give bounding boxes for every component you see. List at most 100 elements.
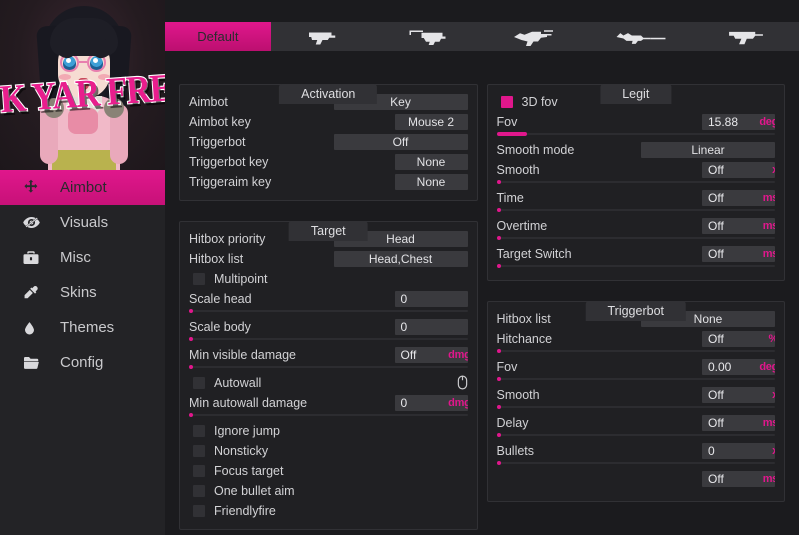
checkbox-row-autowall[interactable]: Autowall <box>189 373 468 392</box>
3d-fov-checkbox[interactable] <box>500 95 513 108</box>
scale-body-track[interactable] <box>189 337 468 341</box>
triggeraim-key-dropdown[interactable]: None <box>394 173 468 190</box>
trigger-fov-track[interactable] <box>496 377 775 381</box>
autowall-checkbox[interactable] <box>193 376 205 389</box>
checkbox-row-focus-target[interactable]: Focus target <box>189 461 468 480</box>
hitchance-track[interactable] <box>496 349 775 353</box>
trigger-smooth-value-box[interactable]: Off x <box>702 386 775 403</box>
tab-pistol[interactable] <box>271 22 377 51</box>
legit-fov-value-box[interactable]: 15.88 deg <box>702 113 775 130</box>
scale-head-value-box[interactable]: 0 <box>394 290 468 307</box>
slider-value: Off <box>708 471 724 486</box>
checkbox-row-one-bullet-aim[interactable]: One bullet aim <box>189 481 468 500</box>
multipoint-checkbox[interactable] <box>193 272 205 285</box>
tab-sniper[interactable] <box>588 22 694 51</box>
briefcase-icon <box>22 248 48 268</box>
delay-value-box[interactable]: Off ms <box>702 414 775 431</box>
checkbox-row-multipoint[interactable]: Multipoint <box>189 269 468 288</box>
legit-smooth-value-box[interactable]: Off x <box>702 161 775 178</box>
legit-fov-track[interactable] <box>496 132 775 136</box>
sidebar-item-config[interactable]: Config <box>0 345 165 380</box>
brand-header: K YAR FREE <box>0 0 165 170</box>
legit-overtime-track[interactable] <box>496 236 775 240</box>
sidebar-item-skins[interactable]: Skins <box>0 275 165 310</box>
slider-legit-overtime: Overtime Off ms <box>496 216 775 240</box>
tab-rifle[interactable] <box>482 22 588 51</box>
group-title: Legit <box>600 84 672 104</box>
scale-body-value-box[interactable]: 0 <box>394 318 468 335</box>
smooth-mode-dropdown[interactable]: Linear <box>641 141 775 158</box>
slider-unit: x <box>772 162 775 178</box>
friendlyfire-checkbox[interactable] <box>193 504 205 517</box>
legit-overtime-value-box[interactable]: Off ms <box>702 217 775 234</box>
checkbox-row-ignore-jump[interactable]: Ignore jump <box>189 421 468 440</box>
sidebar-item-visuals[interactable]: Visuals <box>0 205 165 240</box>
min-visible-damage-value-box[interactable]: Off dmg <box>394 346 468 363</box>
slider-value: 15.88 <box>708 114 739 129</box>
trigger-smooth-track[interactable] <box>496 405 775 409</box>
scale-head-track[interactable] <box>189 309 468 313</box>
slider-legit-time: Time Off ms <box>496 188 775 212</box>
slider-unit: % <box>769 331 775 347</box>
min-visible-damage-track[interactable] <box>189 365 468 369</box>
setting-label: Hitbox list <box>189 251 244 266</box>
cutoff-value-box[interactable]: Off ms <box>702 470 775 487</box>
slider-value: 0.00 <box>708 359 732 374</box>
legit-time-track[interactable] <box>496 208 775 212</box>
sidebar-item-misc[interactable]: Misc <box>0 240 165 275</box>
eyedropper-icon <box>22 283 48 303</box>
delay-track[interactable] <box>496 433 775 437</box>
group-target: Target Hitbox priority Head Hitbox list … <box>179 221 478 530</box>
slider-legit-target-switch: Target Switch Off ms <box>496 244 775 268</box>
legit-time-value-box[interactable]: Off ms <box>702 189 775 206</box>
setting-row-hitbox-list: Hitbox list Head,Chest <box>189 249 468 268</box>
aimbot-key-dropdown[interactable]: Mouse 2 <box>394 113 468 130</box>
sniper-icon <box>615 29 667 45</box>
slider-value: 0 <box>708 443 715 458</box>
slider-value: Off <box>708 218 724 233</box>
slider-value: Off <box>400 347 417 362</box>
setting-row-triggerbot: Triggerbot Off <box>189 132 468 151</box>
legit-smooth-track[interactable] <box>496 180 775 184</box>
tab-shotgun[interactable] <box>693 22 799 51</box>
triggerbot-mode-dropdown[interactable]: Off <box>333 133 468 150</box>
slider-hitchance: Hitchance Off % <box>496 329 775 353</box>
slider-scale-body: Scale body 0 <box>189 317 468 341</box>
min-autowall-damage-track[interactable] <box>189 413 468 417</box>
legit-target-switch-track[interactable] <box>496 264 775 268</box>
checkbox-row-friendlyfire[interactable]: Friendlyfire <box>189 501 468 520</box>
pistol-icon <box>306 29 342 45</box>
slider-value: Off <box>708 415 724 430</box>
focus-target-checkbox[interactable] <box>193 464 205 477</box>
one-bullet-aim-checkbox[interactable] <box>193 484 205 497</box>
sidebar-item-aimbot[interactable]: Aimbot <box>0 170 165 205</box>
setting-label: Aimbot key <box>189 114 251 129</box>
hitchance-value-box[interactable]: Off % <box>702 330 775 347</box>
tab-label: Default <box>197 29 239 44</box>
slider-trigger-smooth: Smooth Off x <box>496 385 775 409</box>
checkbox-row-nonsticky[interactable]: Nonsticky <box>189 441 468 460</box>
setting-label: Triggerbot key <box>189 154 269 169</box>
nonsticky-checkbox[interactable] <box>193 444 205 457</box>
group-activation: Activation Aimbot Key Aimbot key Mouse 2… <box>179 84 478 201</box>
slider-label: Smooth <box>496 162 540 177</box>
triggerbot-key-dropdown[interactable]: None <box>394 153 468 170</box>
slider-label: Smooth <box>496 387 540 402</box>
tab-default[interactable]: Default <box>165 22 271 51</box>
min-autowall-damage-value-box[interactable]: 0 dmg <box>394 394 468 411</box>
sidebar-item-themes[interactable]: Themes <box>0 310 165 345</box>
hitbox-list-dropdown[interactable]: Head,Chest <box>333 250 468 267</box>
bullets-value-box[interactable]: 0 x <box>702 442 775 459</box>
sidebar-item-label: Config <box>60 354 104 371</box>
slider-unit: dmg <box>448 348 468 361</box>
slider-value: 0 <box>400 291 408 306</box>
bullets-track[interactable] <box>496 461 775 465</box>
checkbox-label: One bullet aim <box>214 483 295 498</box>
slider-label: Bullets <box>496 443 535 458</box>
legit-target-switch-value-box[interactable]: Off ms <box>702 245 775 262</box>
settings-columns: Activation Aimbot Key Aimbot key Mouse 2… <box>165 51 799 535</box>
trigger-fov-value-box[interactable]: 0.00 deg <box>702 358 775 375</box>
tab-smg[interactable] <box>376 22 482 51</box>
ignore-jump-checkbox[interactable] <box>193 424 205 437</box>
group-triggerbot: Triggerbot Hitbox list None Hitchance Of… <box>486 301 785 502</box>
